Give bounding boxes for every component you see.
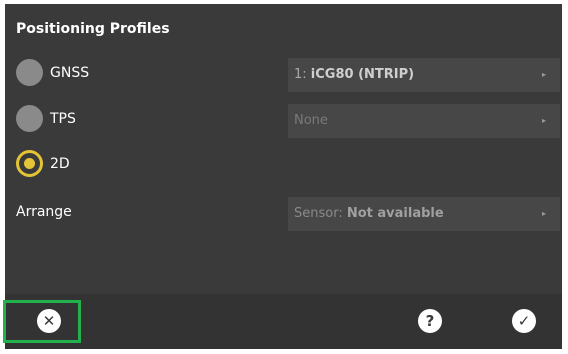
chevron-right-icon: ▸ [541,70,546,79]
tps-profile-dropdown[interactable]: None ▸ [288,104,560,138]
dialog-footer: ✕ ? ✓ [5,294,562,349]
2d-row: 2D [5,146,562,186]
gnss-dropdown-value: iCG80 (NTRIP) [310,67,415,82]
check-icon[interactable]: ✓ [512,309,536,333]
arrange-label: Arrange [16,204,72,220]
gnss-row: GNSS 1: iCG80 (NTRIP) ▸ [5,55,562,95]
chevron-right-icon: ▸ [541,116,546,125]
gnss-radio[interactable] [16,59,43,86]
dialog-title: Positioning Profiles [16,21,170,37]
chevron-right-icon: ▸ [541,209,546,218]
arrange-dropdown-value: Not available [346,206,444,221]
2d-radio[interactable] [16,150,43,177]
arrange-row: Arrange Sensor: Not available ▸ [5,194,562,234]
gnss-profile-dropdown[interactable]: 1: iCG80 (NTRIP) ▸ [288,58,560,92]
arrange-sensor-dropdown[interactable]: Sensor: Not available ▸ [288,197,560,231]
tps-radio[interactable] [16,105,43,132]
tps-row: TPS None ▸ [5,101,562,141]
radio-selected-dot [24,158,35,169]
2d-label: 2D [50,156,70,172]
help-icon[interactable]: ? [418,309,442,333]
arrange-dropdown-prefix: Sensor: [294,206,347,221]
gnss-label: GNSS [50,65,90,81]
tps-label: TPS [50,111,76,127]
gnss-dropdown-prefix: 1: [294,67,311,82]
cancel-button-highlight [3,300,81,343]
positioning-profiles-dialog: Positioning Profiles GNSS 1: iCG80 (NTRI… [5,4,562,349]
tps-dropdown-value: None [294,113,328,128]
